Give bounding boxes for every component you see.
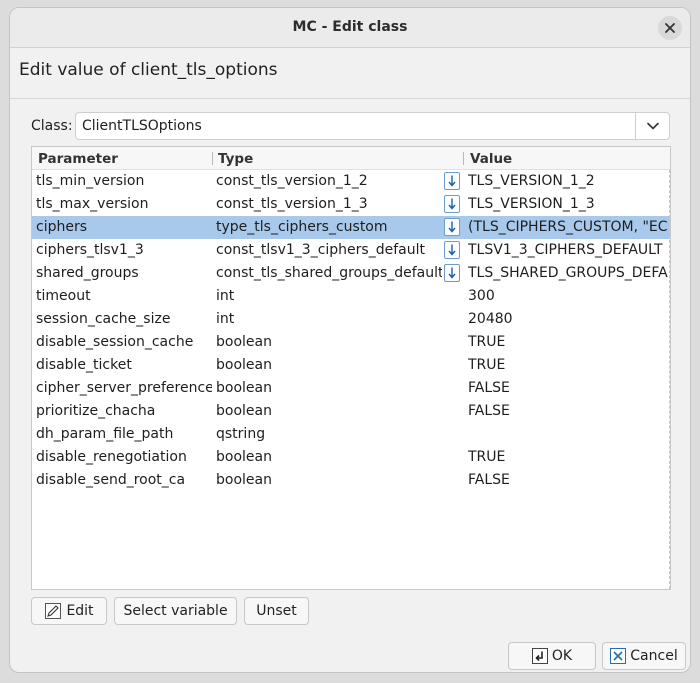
enum-select-icon bbox=[448, 244, 456, 256]
parameter-cell: disable_send_root_ca bbox=[36, 472, 186, 488]
table-row[interactable]: disable_ticket boolean TRUE bbox=[32, 354, 670, 377]
enum-select-icon bbox=[448, 221, 456, 233]
value-cell[interactable]: 20480 bbox=[468, 311, 668, 327]
type-cell: const_tls_version_1_3 bbox=[216, 196, 368, 212]
title-bar: MC - Edit class bbox=[10, 8, 690, 48]
column-header-value[interactable]: Value bbox=[470, 151, 512, 167]
enum-select-button[interactable] bbox=[444, 218, 460, 236]
parameter-cell: tls_max_version bbox=[36, 196, 149, 212]
column-divider[interactable] bbox=[212, 152, 213, 165]
ok-label: OK bbox=[551, 648, 573, 664]
enum-select-button[interactable] bbox=[444, 172, 460, 190]
divider bbox=[10, 98, 690, 99]
table-row[interactable]: prioritize_chacha boolean FALSE bbox=[32, 400, 670, 423]
type-cell: const_tlsv1_3_ciphers_default bbox=[216, 242, 425, 258]
class-select-value: ClientTLSOptions bbox=[82, 118, 202, 134]
dialog-window: MC - Edit class Edit value of client_tls… bbox=[9, 7, 691, 673]
chevron-down-icon bbox=[646, 122, 659, 130]
column-divider[interactable] bbox=[463, 152, 464, 165]
value-cell[interactable]: FALSE bbox=[468, 380, 668, 396]
dialog-heading: Edit value of client_tls_options bbox=[19, 60, 278, 80]
select-variable-button[interactable]: Select variable bbox=[114, 597, 237, 625]
table-row[interactable]: tls_max_version const_tls_version_1_3 TLS_… bbox=[32, 193, 670, 216]
type-cell: boolean bbox=[216, 449, 272, 465]
value-cell[interactable]: FALSE bbox=[468, 472, 668, 488]
table-header: Parameter Type Value bbox=[32, 147, 670, 170]
class-select[interactable]: ClientTLSOptions bbox=[75, 112, 670, 140]
parameter-table[interactable]: Parameter Type Value tls_min_versioncons… bbox=[31, 146, 671, 590]
parameter-cell: tls_min_version bbox=[36, 173, 145, 189]
table-row[interactable]: ciphers type_tls_ciphers_custom (TLS_CIPHE… bbox=[32, 216, 670, 239]
value-cell[interactable]: TLS_SHARED_GROUPS_DEFAULT bbox=[468, 265, 668, 281]
table-row[interactable]: cipher_server_preference boolean FALSE bbox=[32, 377, 670, 400]
parameter-cell: dh_param_file_path bbox=[36, 426, 174, 442]
cancel-button[interactable]: Cancel bbox=[602, 642, 686, 670]
select-variable-label: Select variable bbox=[123, 603, 228, 619]
enum-select-button[interactable] bbox=[444, 264, 460, 282]
pencil-icon bbox=[45, 603, 62, 619]
parameter-cell: cipher_server_preference bbox=[36, 380, 212, 396]
enum-select-button[interactable] bbox=[444, 241, 460, 259]
type-cell: int bbox=[216, 311, 235, 327]
table-row[interactable]: disable_send_root_ca boolean FALSE bbox=[32, 469, 670, 492]
class-select-dropdown-button[interactable] bbox=[635, 113, 669, 139]
enum-select-icon bbox=[448, 267, 456, 279]
parameter-cell: session_cache_size bbox=[36, 311, 171, 327]
type-cell: type_tls_ciphers_custom bbox=[216, 219, 388, 235]
value-cell[interactable]: 300 bbox=[468, 288, 668, 304]
parameter-cell: timeout bbox=[36, 288, 91, 304]
value-cell[interactable]: TLSV1_3_CIPHERS_DEFAULT bbox=[468, 242, 668, 258]
table-row[interactable]: disable_renegotiation boolean TRUE bbox=[32, 446, 670, 469]
unset-button[interactable]: Unset bbox=[244, 597, 309, 625]
window-title: MC - Edit class bbox=[292, 19, 408, 35]
table-row[interactable]: dh_param_file_path qstring bbox=[32, 423, 670, 446]
type-cell: const_tls_shared_groups_default bbox=[216, 265, 442, 281]
edit-button-label: Edit bbox=[66, 603, 94, 619]
value-cell[interactable]: TRUE bbox=[468, 357, 668, 373]
enum-select-icon bbox=[448, 198, 456, 210]
table-row[interactable]: timeout int 300 bbox=[32, 285, 670, 308]
close-button[interactable] bbox=[658, 16, 682, 40]
value-cell[interactable]: TRUE bbox=[468, 449, 668, 465]
value-cell[interactable]: (TLS_CIPHERS_CUSTOM, "ECDH bbox=[468, 219, 668, 235]
edit-button[interactable]: Edit bbox=[31, 597, 107, 625]
value-cell[interactable]: TRUE bbox=[468, 334, 668, 350]
parameter-cell: disable_session_cache bbox=[36, 334, 194, 350]
table-row[interactable]: session_cache_size int 20480 bbox=[32, 308, 670, 331]
parameter-cell: prioritize_chacha bbox=[36, 403, 156, 419]
column-edge bbox=[669, 170, 670, 589]
type-cell: boolean bbox=[216, 357, 272, 373]
enum-select-icon bbox=[448, 175, 456, 187]
parameter-cell: shared_groups bbox=[36, 265, 139, 281]
cancel-label: Cancel bbox=[630, 648, 678, 664]
table-row[interactable]: shared_groups const_tls_shared_groups_def… bbox=[32, 262, 670, 285]
type-cell: int bbox=[216, 288, 235, 304]
column-header-parameter[interactable]: Parameter bbox=[38, 151, 118, 167]
ok-button[interactable]: OK bbox=[508, 642, 596, 670]
column-header-type[interactable]: Type bbox=[218, 151, 253, 167]
type-cell: boolean bbox=[216, 472, 272, 488]
close-icon bbox=[665, 23, 675, 33]
enum-select-button[interactable] bbox=[444, 195, 460, 213]
unset-label: Unset bbox=[256, 603, 297, 619]
type-cell: boolean bbox=[216, 380, 272, 396]
parameter-cell: ciphers bbox=[36, 219, 88, 235]
type-cell: boolean bbox=[216, 334, 272, 350]
parameter-cell: ciphers_tlsv1_3 bbox=[36, 242, 144, 258]
class-label: Class: bbox=[31, 118, 73, 134]
value-cell[interactable]: TLS_VERSION_1_2 bbox=[468, 173, 668, 189]
ok-icon bbox=[531, 648, 548, 664]
value-cell[interactable]: FALSE bbox=[468, 403, 668, 419]
cancel-icon bbox=[610, 648, 627, 664]
type-cell: boolean bbox=[216, 403, 272, 419]
table-row[interactable]: disable_session_cache boolean TRUE bbox=[32, 331, 670, 354]
parameter-cell: disable_ticket bbox=[36, 357, 132, 373]
table-row[interactable]: tls_min_version const_tls_version_1_2 TLS_… bbox=[32, 170, 670, 193]
type-cell: qstring bbox=[216, 426, 266, 442]
type-cell: const_tls_version_1_2 bbox=[216, 173, 368, 189]
table-row[interactable]: ciphers_tlsv1_3 const_tlsv1_3_ciphers_def… bbox=[32, 239, 670, 262]
value-cell[interactable]: TLS_VERSION_1_3 bbox=[468, 196, 668, 212]
parameter-cell: disable_renegotiation bbox=[36, 449, 187, 465]
